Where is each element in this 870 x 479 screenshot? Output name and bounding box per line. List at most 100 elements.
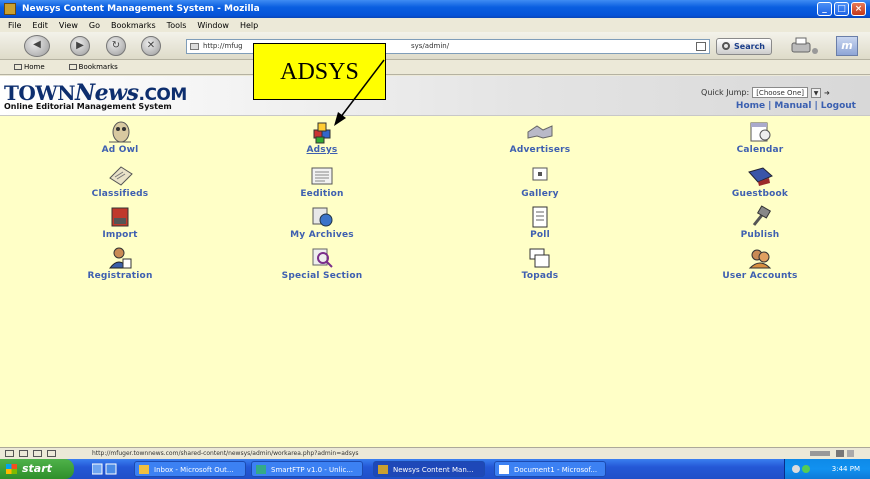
handshake-icon [527,125,553,139]
home-icon [14,64,22,70]
logout-link[interactable]: Logout [821,101,856,111]
calendar-icon [750,122,771,142]
gallery-icon [532,167,548,181]
app-icon [4,3,16,15]
module-poll[interactable]: Poll [460,205,620,240]
chat-icon[interactable] [33,450,42,457]
minimize-button[interactable]: _ [817,2,832,16]
menu-go[interactable]: Go [89,21,100,30]
menu-tools[interactable]: Tools [167,21,187,30]
menu-help[interactable]: Help [240,21,258,30]
quick-jump-select[interactable]: [Choose One] [752,87,808,98]
mail-icon[interactable] [5,450,14,457]
module-guestbook[interactable]: Guestbook [680,164,840,199]
search-button[interactable]: Search [716,38,772,55]
module-special-section[interactable]: Special Section [242,246,402,281]
status-icons [5,450,56,457]
special-section-icon [312,248,333,268]
quick-jump-label: Quick Jump: [701,88,750,97]
print-icon[interactable] [790,37,820,55]
maximize-button[interactable]: □ [834,2,849,16]
task-word[interactable]: Document1 - Microsof... [494,461,606,477]
site-tagline: Online Editorial Management System [4,102,172,111]
bookmark-home[interactable]: Home [14,63,57,71]
home-link[interactable]: Home [736,101,765,111]
module-registration[interactable]: Registration [40,246,200,281]
back-button[interactable]: ◀ [24,35,50,57]
folder-icon [68,64,77,70]
menu-view[interactable]: View [59,21,78,30]
topads-icon [529,248,550,268]
owl-icon [109,121,131,143]
window-title: Newsys Content Management System - Mozil… [22,4,260,14]
bookmarks-bar: Home Bookmarks [0,60,870,75]
task-outlook[interactable]: Inbox - Microsoft Out... [134,461,246,477]
stop-button[interactable]: ✕ [141,36,161,56]
guestbook-icon [748,167,773,186]
task-smartftp[interactable]: SmartFTP v1.0 - Unlic... [251,461,363,477]
status-bar: http://mfuger.townnews.com/shared-conten… [0,447,870,459]
go-arrow-icon[interactable]: ➜ [824,89,832,97]
mozilla-icon [378,465,388,474]
status-url: http://mfuger.townnews.com/shared-conten… [92,450,359,457]
page-icon [190,43,199,50]
start-button[interactable]: start [0,459,74,479]
windows-flag-icon [6,464,17,474]
composer-icon[interactable] [19,450,28,457]
eedition-icon [311,167,333,185]
mozilla-throbber-icon: m [836,36,858,56]
module-import[interactable]: Import [40,205,200,240]
go-icon[interactable] [696,42,706,51]
module-my-archives[interactable]: My Archives [242,205,402,240]
archives-icon [312,207,333,227]
module-classifieds[interactable]: Classifieds [40,164,200,199]
module-ad-owl[interactable]: Ad Owl [40,120,200,155]
menu-file[interactable]: File [8,21,21,30]
search-label: Search [734,42,765,51]
reload-button[interactable]: ↻ [106,36,126,56]
address-book-icon[interactable] [47,450,56,457]
page-content: TOWNNews.COM Online Editorial Management… [0,76,870,447]
menu-edit[interactable]: Edit [32,21,48,30]
task-newsys[interactable]: Newsys Content Man... [373,461,485,477]
import-icon [111,207,129,227]
user-accounts-icon [748,249,772,269]
top-links: Home | Manual | Logout [735,101,856,111]
menu-bookmarks[interactable]: Bookmarks [111,21,156,30]
module-publish[interactable]: Publish [680,205,840,240]
url-suffix: sys/admin/ [411,42,450,50]
poll-icon [532,206,548,228]
magnifier-icon [722,42,730,50]
close-button[interactable]: × [851,2,866,16]
module-advertisers[interactable]: Advertisers [460,120,620,155]
windows-taskbar: start Inbox - Microsoft Out... SmartFTP … [0,459,870,479]
quick-launch-icon[interactable] [92,463,124,475]
quick-jump: Quick Jump: [Choose One] ▼ ➜ [701,87,832,98]
outlook-icon [139,465,149,474]
smartftp-icon [256,465,266,474]
registration-icon [108,247,132,269]
chevron-down-icon[interactable]: ▼ [811,87,821,98]
url-prefix: http://mfug [203,42,243,50]
word-icon [499,465,509,474]
tray-icons[interactable] [791,464,813,474]
callout-arrow-icon [334,59,385,126]
module-topads[interactable]: Topads [460,246,620,281]
module-eedition[interactable]: Eedition [242,164,402,199]
newspaper-icon [109,166,133,186]
site-header: TOWNNews.COM Online Editorial Management… [0,76,870,116]
system-tray: 3:44 PM [784,459,870,479]
manual-link[interactable]: Manual [774,101,811,111]
clock: 3:44 PM [831,465,860,473]
bookmark-bookmarks[interactable]: Bookmarks [68,63,130,71]
module-user-accounts[interactable]: User Accounts [680,246,840,281]
navigation-toolbar: ◀ ▶ ↻ ✕ http://mfug sys/admin/ Search m [0,32,870,60]
menu-bar: File Edit View Go Bookmarks Tools Window… [0,18,870,32]
window-controls: _ □ × [817,2,866,16]
forward-button[interactable]: ▶ [70,36,90,56]
module-gallery[interactable]: Gallery [460,164,620,199]
window-titlebar: Newsys Content Management System - Mozil… [0,0,870,18]
menu-window[interactable]: Window [197,21,229,30]
connection-status-icon [810,450,854,457]
module-calendar[interactable]: Calendar [680,120,840,155]
